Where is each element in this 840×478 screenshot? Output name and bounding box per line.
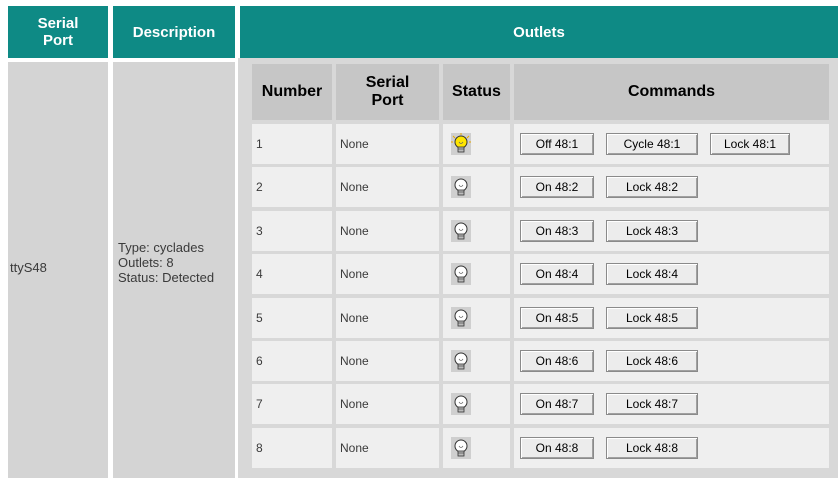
bulb-off-icon (451, 393, 471, 415)
device-type: Type: cyclades (118, 240, 204, 255)
on-outlet-button[interactable]: On 48:3 (520, 220, 594, 242)
outlet-status-cell (443, 384, 510, 424)
column-header-serial-port: Serial Port (336, 64, 439, 120)
outlet-serial-port: None (336, 254, 439, 294)
on-outlet-button[interactable]: On 48:4 (520, 263, 594, 285)
column-header-number: Number (252, 64, 332, 120)
outlet-commands-cell: On 48:5 Lock 48:5 (514, 298, 829, 338)
outlet-serial-port: None (336, 428, 439, 468)
on-outlet-button[interactable]: On 48:8 (520, 437, 594, 459)
lock-outlet-button[interactable]: Lock 48:6 (606, 350, 698, 372)
outlet-number: 1 (252, 124, 332, 164)
lock-outlet-button[interactable]: Lock 48:4 (606, 263, 698, 285)
outlet-serial-port: None (336, 298, 439, 338)
outlet-status-cell (443, 341, 510, 381)
serial-port-cell: ttyS48 (8, 62, 108, 478)
lock-outlet-button[interactable]: Lock 48:7 (606, 393, 698, 415)
outlet-commands-cell: On 48:4 Lock 48:4 (514, 254, 829, 294)
on-outlet-button[interactable]: On 48:7 (520, 393, 594, 415)
outlet-status-cell (443, 428, 510, 468)
off-outlet-button[interactable]: Off 48:1 (520, 133, 594, 155)
bulb-off-icon (451, 307, 471, 329)
device-outlets: Outlets: 8 (118, 255, 174, 270)
bulb-off-icon (451, 220, 471, 242)
bulb-off-icon (451, 263, 471, 285)
outlet-commands-cell: On 48:8 Lock 48:8 (514, 428, 829, 468)
serial-port-header: Serial Port (8, 6, 108, 58)
outlet-status-cell (443, 211, 510, 251)
lock-outlet-button[interactable]: Lock 48:5 (606, 307, 698, 329)
outlets-header: Outlets (240, 6, 838, 58)
outlet-number: 6 (252, 341, 332, 381)
outlet-number: 5 (252, 298, 332, 338)
outlet-number: 8 (252, 428, 332, 468)
cycle-outlet-button[interactable]: Cycle 48:1 (606, 133, 698, 155)
column-header-status: Status (443, 64, 510, 120)
description-cell: Type: cyclades Outlets: 8 Status: Detect… (113, 62, 235, 478)
outlet-number: 3 (252, 211, 332, 251)
column-header-commands: Commands (514, 64, 829, 120)
lock-outlet-button[interactable]: Lock 48:3 (606, 220, 698, 242)
outlet-commands-cell: On 48:2 Lock 48:2 (514, 167, 829, 207)
outlet-commands-cell: Off 48:1 Cycle 48:1 Lock 48:1 (514, 124, 829, 164)
outlet-status-cell (443, 167, 510, 207)
device-port: ttyS48 (10, 260, 47, 275)
outlet-serial-port: None (336, 384, 439, 424)
outlet-serial-port: None (336, 211, 439, 251)
outlet-status-cell (443, 124, 510, 164)
bulb-off-icon (451, 437, 471, 459)
on-outlet-button[interactable]: On 48:5 (520, 307, 594, 329)
outlet-commands-cell: On 48:7 Lock 48:7 (514, 384, 829, 424)
outlet-number: 2 (252, 167, 332, 207)
outlet-serial-port: None (336, 167, 439, 207)
on-outlet-button[interactable]: On 48:2 (520, 176, 594, 198)
outlet-serial-port: None (336, 341, 439, 381)
lock-outlet-button[interactable]: Lock 48:1 (710, 133, 790, 155)
bulb-off-icon (451, 176, 471, 198)
lock-outlet-button[interactable]: Lock 48:2 (606, 176, 698, 198)
bulb-off-icon (451, 350, 471, 372)
bulb-on-icon (451, 133, 471, 155)
outlet-commands-cell: On 48:6 Lock 48:6 (514, 341, 829, 381)
outlet-number: 4 (252, 254, 332, 294)
outlet-status-cell (443, 298, 510, 338)
outlet-serial-port: None (336, 124, 439, 164)
device-status: Status: Detected (118, 270, 215, 285)
on-outlet-button[interactable]: On 48:6 (520, 350, 594, 372)
outlet-status-cell (443, 254, 510, 294)
outlets-table: Number Serial Port Status Commands 1 None… (246, 64, 833, 474)
outlet-number: 7 (252, 384, 332, 424)
outlet-commands-cell: On 48:3 Lock 48:3 (514, 211, 829, 251)
lock-outlet-button[interactable]: Lock 48:8 (606, 437, 698, 459)
description-header: Description (113, 6, 235, 58)
